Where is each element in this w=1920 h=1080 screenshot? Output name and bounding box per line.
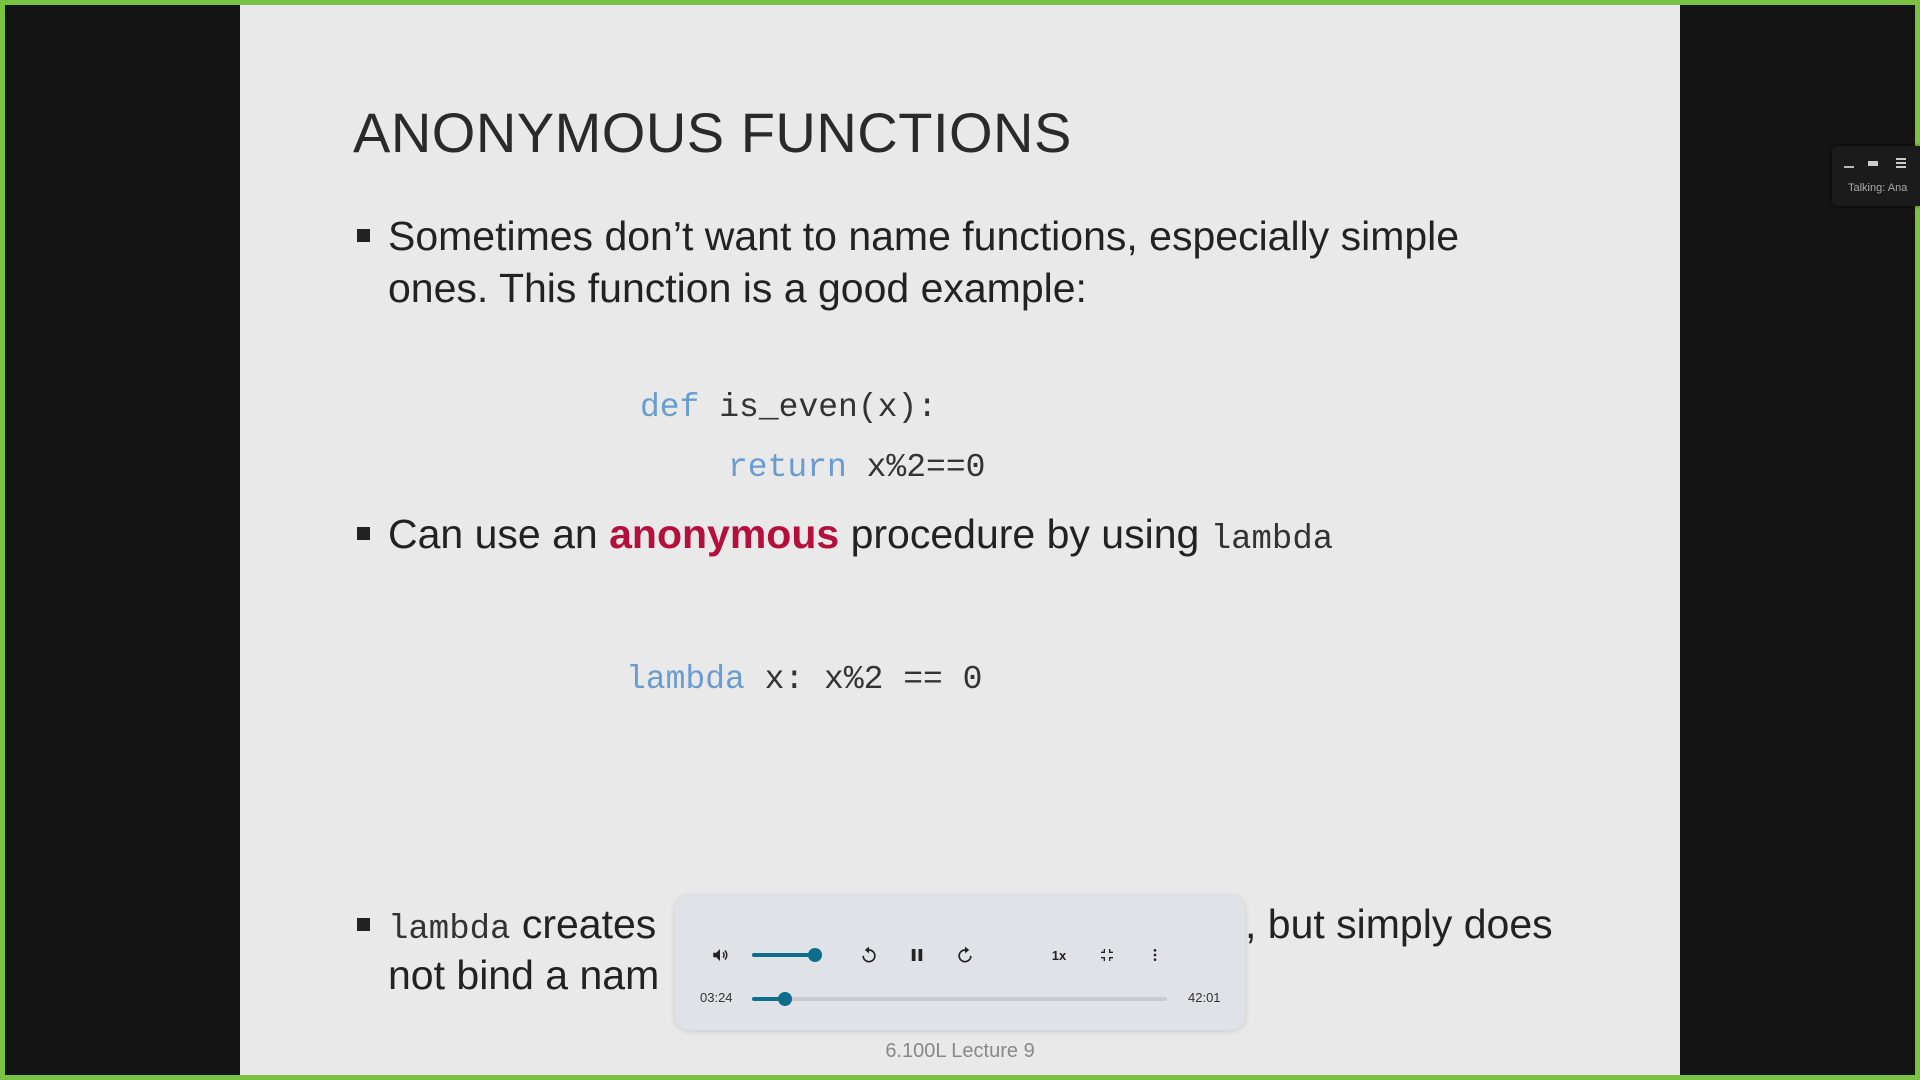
bullet-marker-2 bbox=[357, 527, 370, 540]
exit-fullscreen-icon bbox=[1101, 949, 1113, 961]
minimize-icon bbox=[1844, 166, 1854, 168]
rewind-icon bbox=[862, 946, 876, 963]
forward-icon bbox=[958, 946, 972, 963]
code-def-rest: is_even(x): bbox=[699, 389, 938, 426]
volume-slider[interactable] bbox=[752, 948, 822, 962]
lambda-expression: lambda x: x%2 == 0 bbox=[626, 661, 982, 698]
rewind-button[interactable] bbox=[852, 938, 886, 972]
slide-title: ANONYMOUS FUNCTIONS bbox=[353, 101, 1072, 164]
bullet-2: Can use an anonymous procedure by using … bbox=[388, 508, 1333, 566]
volume-level bbox=[752, 953, 815, 957]
playback-speed-button[interactable]: 1x bbox=[1042, 938, 1076, 972]
code-return-rest: x%2==0 bbox=[846, 449, 986, 486]
bullet-1: Sometimes don’t want to name functions, … bbox=[388, 213, 1460, 311]
lambda-body: x: x%2 == 0 bbox=[744, 661, 983, 698]
duration: 42:01 bbox=[1188, 990, 1221, 1005]
code-keyword-def: def bbox=[640, 389, 700, 426]
current-time: 03:24 bbox=[700, 990, 733, 1005]
volume-icon bbox=[713, 949, 728, 961]
pause-icon bbox=[911, 949, 923, 961]
bullet-2-code-lambda: lambda bbox=[1210, 521, 1334, 559]
minimize-button[interactable] bbox=[1842, 156, 1856, 170]
code-keyword-return: return bbox=[728, 449, 847, 486]
meeting-mini-panel: Talking: Ana bbox=[1832, 146, 1920, 206]
more-vertical-icon bbox=[1153, 949, 1157, 961]
code-line-return: return x%2==0 bbox=[728, 449, 985, 486]
bullet-3-line-2: not bind a nam bbox=[388, 952, 660, 998]
slide-footer: 6.100L Lecture 9 bbox=[885, 1040, 1035, 1062]
grid-view-button[interactable] bbox=[1894, 156, 1908, 170]
bullet-2-text-mid: procedure by using bbox=[839, 511, 1211, 557]
more-options-button[interactable] bbox=[1138, 938, 1172, 972]
volume-button[interactable] bbox=[703, 938, 737, 972]
code-line-def: def is_even(x): bbox=[640, 389, 937, 426]
lambda-keyword: lambda bbox=[626, 661, 745, 698]
bullet-3-code-lambda: lambda bbox=[388, 911, 511, 949]
list-icon bbox=[1896, 158, 1906, 168]
bullet-2-text-start: Can use an bbox=[388, 511, 610, 557]
pause-button[interactable] bbox=[900, 938, 934, 972]
bullet-3-text-end: , but simply does bbox=[1245, 901, 1553, 947]
exit-fullscreen-button[interactable] bbox=[1090, 938, 1124, 972]
bullet-marker-1 bbox=[357, 229, 370, 242]
bullet-3-text-start: creates bbox=[510, 901, 657, 947]
window-icon bbox=[1868, 161, 1878, 166]
talking-indicator: Talking: Ana bbox=[1848, 182, 1908, 194]
volume-slider-handle[interactable] bbox=[808, 948, 822, 962]
progress-handle[interactable] bbox=[778, 992, 793, 1006]
anonymous-highlight: anonymous bbox=[609, 511, 840, 557]
restore-button[interactable] bbox=[1866, 156, 1880, 170]
forward-button[interactable] bbox=[948, 938, 982, 972]
bullet-3-line-1: lambda creates bbox=[388, 898, 656, 956]
progress-bar[interactable] bbox=[752, 992, 1167, 1006]
video-player-controls: 1x 03:24 42:01 bbox=[675, 895, 1245, 1030]
bullet-marker-3 bbox=[357, 918, 370, 931]
